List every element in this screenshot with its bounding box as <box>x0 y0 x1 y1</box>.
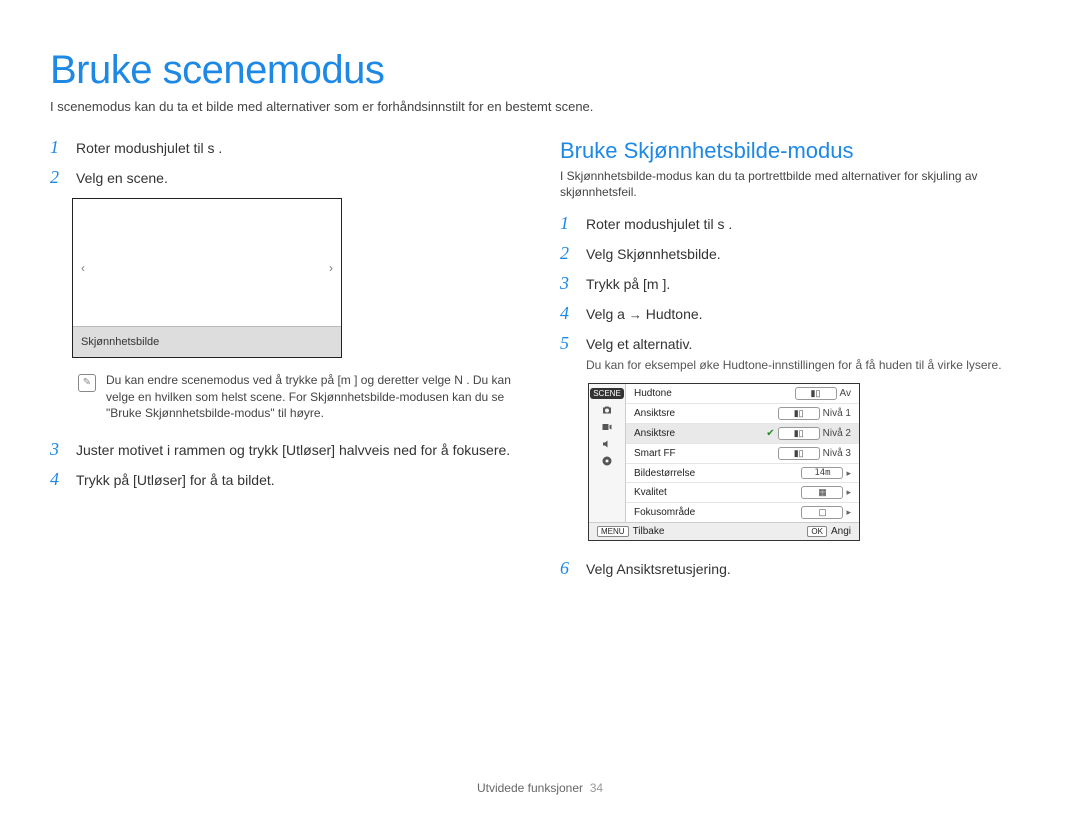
menu-row-value: Nivå 3 <box>823 448 851 459</box>
mode-sound-icon[interactable] <box>601 438 613 450</box>
back-label: Tilbake <box>633 526 665 537</box>
back-button[interactable]: MENU Tilbake <box>597 526 664 537</box>
menu-row[interactable]: Ansiktsre ▮▯Nivå 1 <box>626 404 859 424</box>
chevron-right-icon: ▸ <box>846 468 851 479</box>
mode-camera-icon[interactable] <box>601 404 613 416</box>
menu-row-selected[interactable]: Ansiktsre ✔ ▮▯Nivå 2 <box>626 424 859 444</box>
step-text: Trykk på [m ]. <box>586 274 670 294</box>
arrow-right-icon: → <box>629 307 642 322</box>
step-number: 1 <box>50 138 66 158</box>
step-number: 4 <box>560 304 576 324</box>
menu-row[interactable]: Fokusområde ▢▸ <box>626 503 859 522</box>
step-number: 2 <box>50 168 66 188</box>
camera-screen: SCENE Hudtone ▮▯Av An <box>588 383 1030 541</box>
mode-scene-icon[interactable]: SCENE <box>590 388 624 399</box>
step-desc: Du kan for eksempel øke Hudtone-innstill… <box>586 357 1002 373</box>
menu-row[interactable]: Kvalitet ▦▸ <box>626 483 859 503</box>
level-icon: ▮▯ <box>778 427 820 440</box>
size-icon: 14m <box>801 467 843 479</box>
menu-row[interactable]: Bildestørrelse 14m▸ <box>626 464 859 483</box>
left-step-list-2: 3 Juster motivet i rammen og trykk [Utlø… <box>50 440 520 490</box>
right-step-list-2: 6 Velg Ansiktsretusjering. <box>560 559 1030 579</box>
menu-row[interactable]: Hudtone ▮▯Av <box>626 384 859 404</box>
step-number: 2 <box>560 244 576 264</box>
camera-footer: MENU Tilbake OK Angi <box>589 522 859 540</box>
sub-heading: Bruke Skjønnhetsbilde-modus <box>560 138 1030 164</box>
step-text: Velg et alternativ. Du kan for eksempel … <box>586 334 1002 373</box>
menu-row-label: Hudtone <box>634 388 672 399</box>
menu-row-value: Nivå 2 <box>823 428 851 439</box>
chevron-left-icon[interactable]: ‹ <box>81 261 85 275</box>
sub-intro: I Skjønnhetsbilde-modus kan du ta portre… <box>560 168 1030 200</box>
right-column: Bruke Skjønnhetsbilde-modus I Skjønnhets… <box>560 138 1030 589</box>
mode-disc-icon[interactable] <box>601 455 613 467</box>
step-text-suffix: Hudtone. <box>646 306 703 322</box>
menu-row-label: Kvalitet <box>634 487 667 498</box>
step-text-prefix: Velg a <box>586 306 629 322</box>
step-number: 6 <box>560 559 576 579</box>
step-number: 3 <box>50 440 66 460</box>
step-text: Trykk på [Utløser] for å ta bildet. <box>76 470 275 490</box>
ok-key-icon: OK <box>807 526 827 537</box>
menu-row-value: Av <box>840 388 852 399</box>
chevron-right-icon[interactable]: › <box>329 261 333 275</box>
note-icon: ✎ <box>78 374 96 392</box>
menu-row-label: Fokusområde <box>634 507 695 518</box>
step-number: 3 <box>560 274 576 294</box>
menu-row-value: Nivå 1 <box>823 408 851 419</box>
level-icon: ▮▯ <box>778 447 820 460</box>
page-footer: Utvidede funksjoner 34 <box>0 781 1080 795</box>
step-text: Velg en scene. <box>76 168 168 188</box>
intro-text: I scenemodus kan du ta et bilde med alte… <box>50 99 1030 114</box>
step-text: Roter modushjulet til s . <box>76 138 222 158</box>
scene-preview: ‹ › Skjønnhetsbilde <box>72 198 342 358</box>
footer-page-number: 34 <box>590 781 603 795</box>
step-text: Velg Ansiktsretusjering. <box>586 559 731 579</box>
step-number: 5 <box>560 334 576 373</box>
step-text: Velg a → Hudtone. <box>586 304 703 324</box>
left-step-list: 1 Roter modushjulet til s . 2 Velg en sc… <box>50 138 520 188</box>
focus-icon: ▢ <box>801 506 843 519</box>
chevron-right-icon: ▸ <box>846 507 851 518</box>
step-text: Roter modushjulet til s . <box>586 214 732 234</box>
step-text: Velg Skjønnhetsbilde. <box>586 244 721 264</box>
menu-row-label: Ansiktsre <box>634 408 675 419</box>
set-button[interactable]: OK Angi <box>807 526 851 537</box>
step-number: 4 <box>50 470 66 490</box>
level-icon: ▮▯ <box>778 407 820 420</box>
note-block: ✎ Du kan endre scenemodus ved å trykke p… <box>78 372 520 422</box>
note-text: Du kan endre scenemodus ved å trykke på … <box>106 372 520 422</box>
menu-row[interactable]: Smart FF ▮▯Nivå 3 <box>626 444 859 464</box>
menu-row-label: Smart FF <box>634 448 676 459</box>
step-text: Juster motivet i rammen og trykk [Utløse… <box>76 440 510 460</box>
camera-menu-list: Hudtone ▮▯Av Ansiktsre ▮▯Nivå 1 Ansiktsr… <box>626 384 859 522</box>
footer-section: Utvidede funksjoner <box>477 781 583 795</box>
menu-row-label: Bildestørrelse <box>634 468 695 479</box>
set-label: Angi <box>831 526 851 537</box>
menu-row-label: Ansiktsre <box>634 428 675 439</box>
level-icon: ▮▯ <box>795 387 837 400</box>
mode-video-icon[interactable] <box>601 421 613 433</box>
check-icon: ✔ <box>766 428 774 439</box>
preview-label: Skjønnhetsbilde <box>73 326 341 357</box>
left-column: 1 Roter modushjulet til s . 2 Velg en sc… <box>50 138 520 589</box>
chevron-right-icon: ▸ <box>846 487 851 498</box>
step-number: 1 <box>560 214 576 234</box>
camera-mode-strip: SCENE <box>589 384 626 522</box>
quality-icon: ▦ <box>801 486 843 499</box>
right-step-list: 1 Roter modushjulet til s . 2 Velg Skjøn… <box>560 214 1030 373</box>
page-title: Bruke scenemodus <box>50 48 1030 93</box>
menu-key-icon: MENU <box>597 526 629 537</box>
